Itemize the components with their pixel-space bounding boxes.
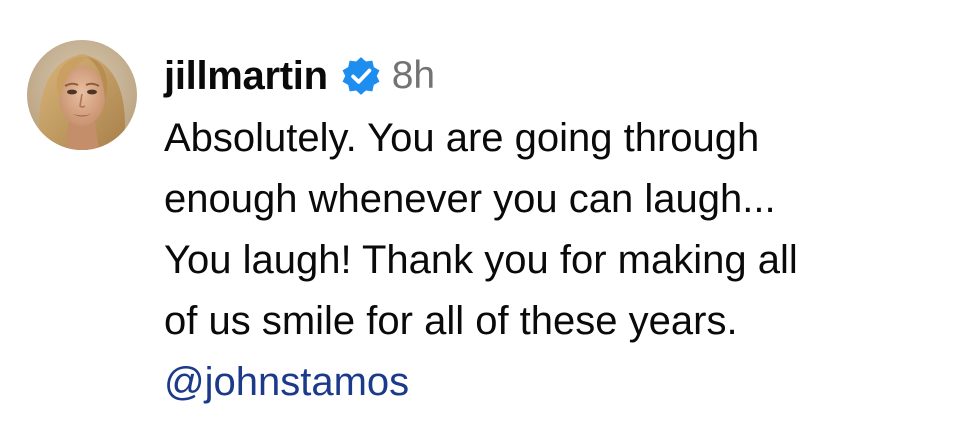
comment-text-line: of us smile for all of these years.	[164, 299, 738, 343]
comment-text-line: You laugh! Thank you for making all	[164, 238, 798, 282]
comment-text-line: enough whenever you can laugh...	[164, 177, 776, 221]
comment-header: jillmartin 8h	[164, 46, 435, 106]
comment: jillmartin 8h Absolutely. You are going …	[0, 0, 980, 436]
comment-body: Absolutely. You are going through enough…	[164, 108, 964, 413]
username-link[interactable]: jillmartin	[164, 54, 328, 99]
timestamp-link[interactable]: 8h	[392, 54, 435, 98]
comment-text-line: Absolutely. You are going through	[164, 116, 760, 160]
mention-link[interactable]: @johnstamos	[164, 352, 964, 413]
avatar-image	[27, 40, 137, 150]
verified-badge-icon	[340, 55, 382, 97]
avatar[interactable]	[27, 40, 137, 150]
